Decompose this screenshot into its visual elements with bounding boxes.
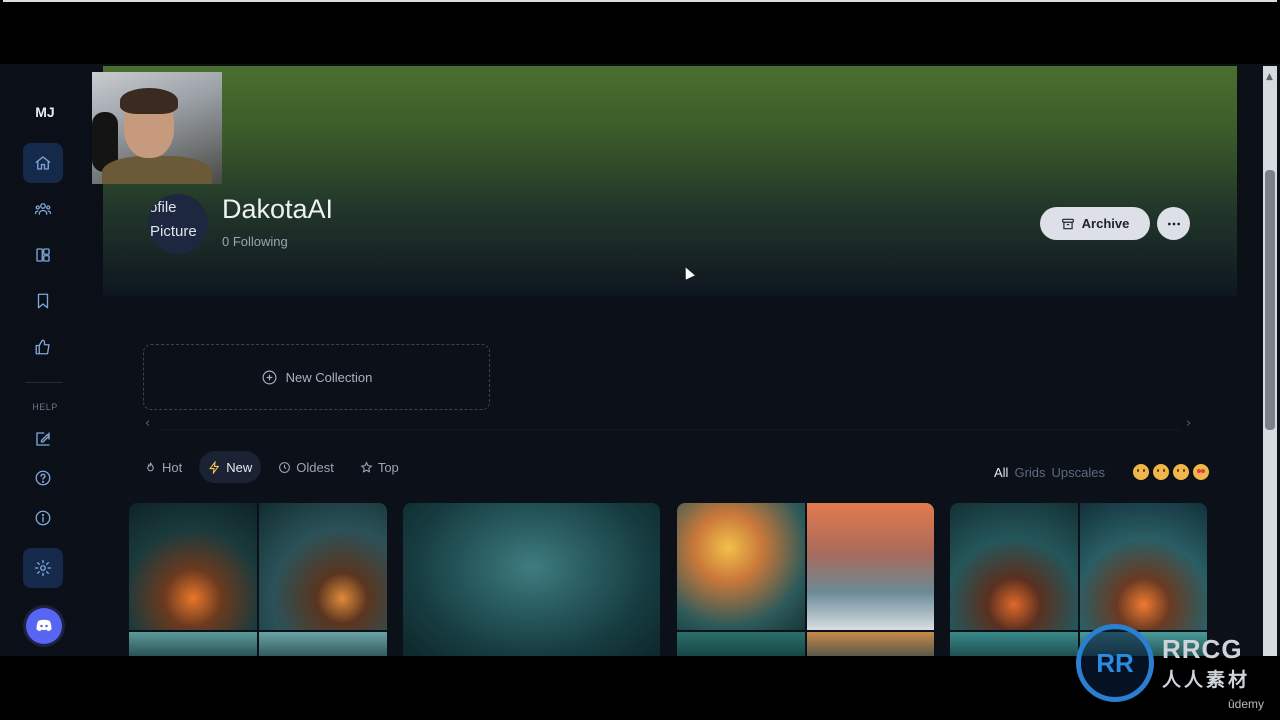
- fire-icon: [147, 461, 154, 471]
- view-tab-all[interactable]: All: [994, 465, 1008, 480]
- profile-username: DakotaAI: [222, 194, 334, 224]
- settings-icon: [34, 559, 52, 577]
- generated-image[interactable]: [950, 632, 1078, 656]
- scrollbar-thumb[interactable]: [1265, 170, 1275, 430]
- generated-image[interactable]: [129, 632, 257, 656]
- generated-image[interactable]: [677, 503, 805, 630]
- image-upscale-card[interactable]: [403, 503, 660, 656]
- filter-hot[interactable]: Hot: [135, 451, 191, 483]
- sidebar-divider: [25, 382, 63, 383]
- sidebar-item-bookmarks[interactable]: [23, 281, 63, 321]
- edit-icon: [36, 432, 50, 446]
- presenter-shirt-shape: [102, 156, 212, 184]
- discord-button[interactable]: [26, 608, 62, 644]
- clock-icon: [279, 461, 291, 473]
- sort-filter-bar: Hot New Oldest Top: [135, 451, 408, 483]
- rrcg-text-line2: 人人素材: [1162, 670, 1251, 691]
- filter-new-label: New: [226, 459, 253, 475]
- filter-top[interactable]: Top: [351, 451, 408, 483]
- carousel-left-arrow-icon[interactable]: ‹: [145, 416, 150, 431]
- more-options-button[interactable]: [1157, 207, 1190, 240]
- archive-label: Archive: [1081, 216, 1130, 231]
- new-collection-button[interactable]: New Collection: [143, 344, 490, 410]
- rrcg-watermark: RR RRCG 人人素材: [1076, 624, 1250, 702]
- sidebar-item-settings[interactable]: [23, 548, 63, 588]
- page-gutter: [1237, 66, 1263, 656]
- sidebar-item-likes[interactable]: [23, 327, 63, 367]
- generated-image[interactable]: [950, 503, 1078, 630]
- sidebar-item-community[interactable]: [23, 189, 63, 229]
- carousel-right-arrow-icon[interactable]: ›: [1186, 416, 1191, 431]
- generated-image[interactable]: [806, 503, 934, 630]
- generated-image[interactable]: [259, 632, 387, 656]
- rrcg-logo-icon: RR: [1076, 624, 1154, 702]
- emoji-happy-icon[interactable]: [1173, 464, 1189, 480]
- sidebar-item-edit[interactable]: [23, 419, 63, 459]
- filter-hot-label: Hot: [162, 459, 183, 475]
- emoji-sad-icon[interactable]: [1153, 464, 1169, 480]
- new-collection-label: New Collection: [285, 369, 373, 385]
- star-icon: [360, 460, 373, 473]
- sidebar: MJ HELP: [3, 66, 103, 656]
- view-tab-upscales[interactable]: Upscales: [1052, 465, 1105, 480]
- layout-icon: [36, 248, 50, 262]
- image-grid-card[interactable]: [129, 503, 387, 656]
- view-type-tabs: All Grids Upscales: [994, 465, 1105, 480]
- window-top-border: [3, 0, 1277, 2]
- generated-image[interactable]: [806, 632, 934, 656]
- avatar-alt-text-line1: rofile: [148, 199, 177, 216]
- scroll-up-arrow-icon[interactable]: ▲: [1266, 72, 1273, 82]
- bookmark-icon: [37, 293, 49, 309]
- profile-banner: [103, 66, 1237, 296]
- rating-filter: [1133, 464, 1209, 480]
- sidebar-item-layout[interactable]: [23, 235, 63, 275]
- plus-circle-icon: [262, 370, 277, 384]
- generated-image[interactable]: [677, 632, 805, 656]
- archive-icon: [1061, 218, 1074, 229]
- help-icon: [35, 470, 51, 486]
- help-section-label: HELP: [32, 402, 58, 412]
- app-logo[interactable]: MJ: [3, 104, 87, 120]
- emoji-love-icon[interactable]: [1193, 464, 1209, 480]
- filter-new[interactable]: New: [199, 451, 262, 483]
- filter-top-label: Top: [377, 459, 399, 475]
- sidebar-item-home[interactable]: [23, 143, 63, 183]
- following-count[interactable]: 0 Following: [222, 234, 288, 249]
- presenter-hair-shape: [120, 88, 178, 114]
- community-icon: [34, 203, 52, 215]
- generated-image[interactable]: [403, 503, 660, 656]
- rrcg-text-line1: RRCG: [1162, 634, 1243, 664]
- udemy-watermark: ûdemy: [1228, 697, 1265, 711]
- generated-image[interactable]: [129, 503, 257, 630]
- home-icon: [35, 156, 51, 170]
- sidebar-item-info[interactable]: [23, 498, 63, 538]
- thumbs-up-icon: [35, 339, 50, 355]
- generated-image[interactable]: [259, 503, 387, 630]
- filter-oldest[interactable]: Oldest: [269, 451, 343, 483]
- info-icon: [35, 510, 51, 526]
- sidebar-item-help[interactable]: [23, 458, 63, 498]
- bolt-icon: [209, 460, 220, 474]
- avatar-alt-text-line2: Picture: [150, 223, 197, 240]
- view-tab-grids[interactable]: Grids: [1014, 465, 1045, 480]
- collections-scroll-track[interactable]: [160, 429, 1180, 431]
- emoji-neutral-icon[interactable]: [1133, 464, 1149, 480]
- generated-image[interactable]: [1079, 503, 1207, 630]
- filter-oldest-label: Oldest: [296, 459, 334, 475]
- discord-icon: [36, 619, 52, 632]
- image-grid-card[interactable]: [677, 503, 934, 656]
- vertical-scrollbar[interactable]: ▲: [1263, 66, 1277, 656]
- rrcg-text: RRCG 人人素材: [1162, 634, 1250, 692]
- more-horizontal-icon: [1167, 222, 1180, 225]
- webcam-overlay: [92, 72, 222, 184]
- archive-button[interactable]: Archive: [1040, 207, 1150, 240]
- profile-avatar[interactable]: rofile Picture: [148, 194, 208, 254]
